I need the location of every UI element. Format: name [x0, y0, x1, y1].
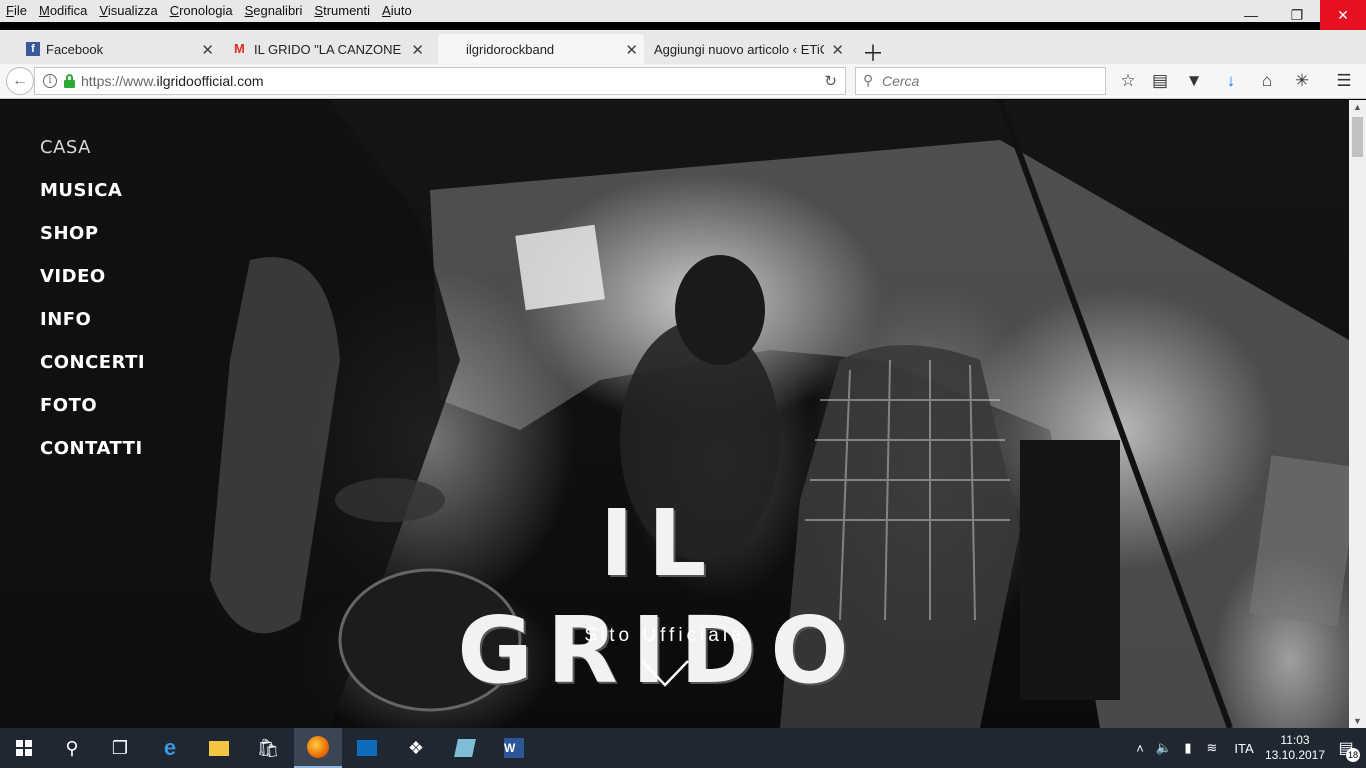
home-icon[interactable]: ⌂	[1257, 71, 1277, 91]
url-host: ilgridoofficial.com	[156, 73, 264, 89]
menu-file[interactable]: File	[0, 0, 33, 22]
scroll-up-icon[interactable]: ▲	[1353, 102, 1362, 112]
extension-icon[interactable]: ✳	[1292, 71, 1312, 91]
notification-count-badge: 18	[1346, 748, 1360, 762]
restore-button[interactable]: ❐	[1274, 0, 1320, 30]
tab-label: ilgridorockband	[466, 41, 555, 57]
reading-list-icon[interactable]: ▤	[1150, 71, 1170, 91]
site-navigation: CASA MUSICA SHOP VIDEO INFO CONCERTI FOT…	[40, 136, 145, 480]
dropbox-icon[interactable]: ❖	[392, 728, 440, 768]
tab-strip: f Facebook ✕ M IL GRIDO "LA CANZONE DI ✕…	[0, 30, 1366, 64]
scroll-thumb[interactable]	[1352, 117, 1363, 157]
tab-gmail[interactable]: M IL GRIDO "LA CANZONE DI ✕	[228, 34, 430, 64]
tab-label: IL GRIDO "LA CANZONE DI	[254, 41, 404, 57]
search-icon: ⚲	[863, 72, 874, 88]
search-bar[interactable]: ⚲	[855, 67, 1106, 95]
search-icon[interactable]: ⚲	[48, 728, 96, 768]
hero-subtitle: Sito Ufficiale	[584, 625, 746, 646]
windows-taskbar: ⚲ ❐ e 🛍 ❖ W ˄ 🔈 ▮ ≋ ITA 11:03 13.10.2017…	[0, 728, 1366, 768]
system-tray: ˄ 🔈 ▮ ≋ ITA 11:03 13.10.2017 ▤ 18	[1128, 728, 1366, 768]
action-center-icon[interactable]: ▤ 18	[1326, 738, 1366, 762]
tab-label: Aggiungi nuovo articolo ‹ ETiCi	[654, 41, 824, 57]
minimize-button[interactable]: —	[1228, 0, 1274, 30]
firefox-icon[interactable]	[294, 728, 342, 768]
nav-video[interactable]: VIDEO	[40, 265, 145, 308]
nav-musica[interactable]: MUSICA	[40, 179, 145, 222]
nav-foto[interactable]: FOTO	[40, 394, 145, 437]
tab-wordpress[interactable]: Aggiungi nuovo articolo ‹ ETiCi ✕	[648, 34, 850, 64]
website-hero: CASA MUSICA SHOP VIDEO INFO CONCERTI FOT…	[0, 100, 1349, 728]
nav-concerti[interactable]: CONCERTI	[40, 351, 145, 394]
back-arrow-icon[interactable]: ←	[6, 67, 34, 95]
volume-icon[interactable]: 🔈	[1152, 740, 1176, 756]
nav-shop[interactable]: SHOP	[40, 222, 145, 265]
scroll-down-icon[interactable]: ▼	[1353, 716, 1362, 726]
url-text[interactable]: https://www.ilgridoofficial.com	[81, 73, 264, 89]
search-input[interactable]	[882, 71, 1102, 91]
start-icon[interactable]	[0, 728, 48, 768]
tab-label: Facebook	[46, 41, 104, 57]
url-bar[interactable]: i https://www.ilgridoofficial.com ↻	[34, 67, 846, 95]
menu-aiuto[interactable]: Aiuto	[376, 0, 418, 22]
notepad-icon[interactable]	[441, 728, 489, 768]
page-scrollbar[interactable]: ▲ ▼	[1349, 100, 1366, 728]
show-hidden-icons-icon[interactable]: ˄	[1128, 741, 1152, 756]
close-tab-icon[interactable]: ✕	[831, 41, 844, 59]
hamburger-menu-icon[interactable]: ☰	[1334, 71, 1354, 91]
menu-visualizza[interactable]: Visualizza	[93, 0, 163, 22]
edge-icon[interactable]: e	[146, 728, 194, 768]
menu-modifica[interactable]: Modifica	[33, 0, 93, 22]
outlook-icon[interactable]	[343, 728, 391, 768]
clock[interactable]: 11:03 13.10.2017	[1264, 733, 1326, 763]
menu-strumenti[interactable]: Strumenti	[308, 0, 376, 22]
nav-contatti[interactable]: CONTATTI	[40, 437, 145, 480]
close-window-button[interactable]: ✕	[1320, 0, 1366, 30]
tab-ilgridorockband[interactable]: ilgridorockband ✕	[438, 34, 644, 64]
info-icon[interactable]: i	[43, 74, 57, 88]
wifi-icon[interactable]: ≋	[1200, 740, 1224, 756]
nav-info[interactable]: INFO	[40, 308, 145, 351]
menu-segnalibri[interactable]: Segnalibri	[239, 0, 309, 22]
task-view-icon[interactable]: ❐	[96, 728, 144, 768]
url-scheme: https://www.	[81, 73, 157, 89]
close-tab-icon[interactable]: ✕	[625, 41, 638, 59]
menu-bar: File Modifica Visualizza Cronologia Segn…	[0, 0, 1366, 22]
download-icon[interactable]: ↓	[1221, 71, 1241, 91]
clock-time: 11:03	[1280, 733, 1310, 747]
menu-cronologia[interactable]: Cronologia	[164, 0, 239, 22]
file-explorer-icon[interactable]	[195, 728, 243, 768]
reload-icon[interactable]: ↻	[824, 72, 837, 90]
pocket-icon[interactable]: ▼	[1184, 71, 1204, 91]
chevron-down-icon[interactable]	[640, 658, 690, 688]
bookmark-star-icon[interactable]: ☆	[1118, 71, 1138, 91]
facebook-icon: f	[26, 42, 40, 56]
nav-casa[interactable]: CASA	[40, 136, 145, 179]
close-tab-icon[interactable]: ✕	[201, 41, 214, 59]
store-icon[interactable]: 🛍	[244, 728, 292, 768]
battery-icon[interactable]: ▮	[1176, 740, 1200, 756]
tab-facebook[interactable]: f Facebook ✕	[20, 34, 220, 64]
close-tab-icon[interactable]: ✕	[411, 41, 424, 59]
clock-date: 13.10.2017	[1264, 748, 1326, 762]
gmail-icon: M	[234, 41, 245, 56]
navigation-toolbar: ← i https://www.ilgridoofficial.com ↻ ⚲ …	[0, 64, 1366, 99]
lock-icon	[64, 74, 75, 88]
window-controls: — ❐ ✕	[1228, 0, 1366, 30]
word-icon[interactable]: W	[490, 728, 538, 768]
language-indicator[interactable]: ITA	[1224, 741, 1264, 756]
